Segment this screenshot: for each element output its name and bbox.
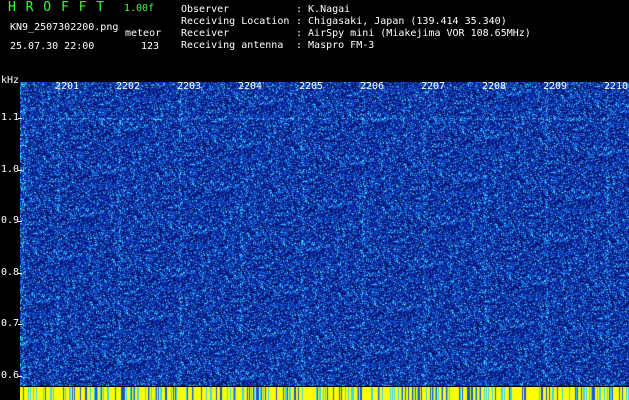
- hrofft-window: H R O F F T 1.00f KN9_2507302200.png met…: [0, 0, 629, 400]
- version-label: 1.00f: [124, 3, 155, 14]
- y-tick-label: 0.7: [1, 318, 20, 330]
- mode-label: meteor: [125, 28, 162, 39]
- y-tick-mark: [18, 169, 22, 171]
- receiver-label: Receiver: [181, 28, 230, 39]
- observer-value: : K.Nagai: [296, 4, 351, 15]
- y-tick-label: 0.6: [1, 369, 20, 381]
- software-name: H R O F F T: [8, 0, 106, 15]
- x-tick-label: 2205: [299, 81, 324, 92]
- y-tick-mark: [18, 272, 22, 274]
- bottom-signal-band: [20, 386, 629, 400]
- x-tick-label: 2202: [116, 81, 141, 92]
- x-tick-label: 2204: [238, 81, 263, 92]
- y-tick-label: 1.0: [1, 163, 20, 175]
- spectrogram-plot: [20, 82, 629, 386]
- y-tick-label: 0.9: [1, 215, 20, 227]
- y-tick-mark: [18, 221, 22, 223]
- x-tick-label: 2207: [421, 81, 446, 92]
- datetime-label: 25.07.30 22:00: [10, 41, 95, 52]
- y-tick-label: 1.1: [1, 112, 20, 124]
- spectrogram-canvas: [20, 82, 629, 386]
- x-tick-label: 2210: [604, 81, 629, 92]
- bottom-band-canvas: [20, 387, 629, 400]
- antenna-value: : Maspro FM-3: [296, 40, 375, 51]
- y-tick-mark: [18, 118, 22, 120]
- x-tick-label: 2209: [543, 81, 568, 92]
- x-tick-label: 2206: [360, 81, 385, 92]
- count-label: 123: [141, 41, 160, 52]
- x-tick-label: 2203: [177, 81, 202, 92]
- y-tick-mark: [18, 375, 22, 377]
- antenna-label: Receiving antenna: [181, 40, 284, 51]
- y-tick-label: 0.8: [1, 266, 20, 278]
- observer-label: Observer: [181, 4, 230, 15]
- x-tick-label: 2201: [55, 81, 80, 92]
- filename-label: KN9_2507302200.png: [10, 22, 119, 33]
- y-axis-unit: kHz: [1, 75, 20, 86]
- y-tick-mark: [18, 324, 22, 326]
- location-label: Receiving Location: [181, 16, 290, 27]
- location-value: : Chigasaki, Japan (139.414 35.340): [296, 16, 507, 27]
- receiver-value: : AirSpy mini (Miakejima VOR 108.65MHz): [296, 28, 531, 39]
- x-tick-label: 2208: [482, 81, 507, 92]
